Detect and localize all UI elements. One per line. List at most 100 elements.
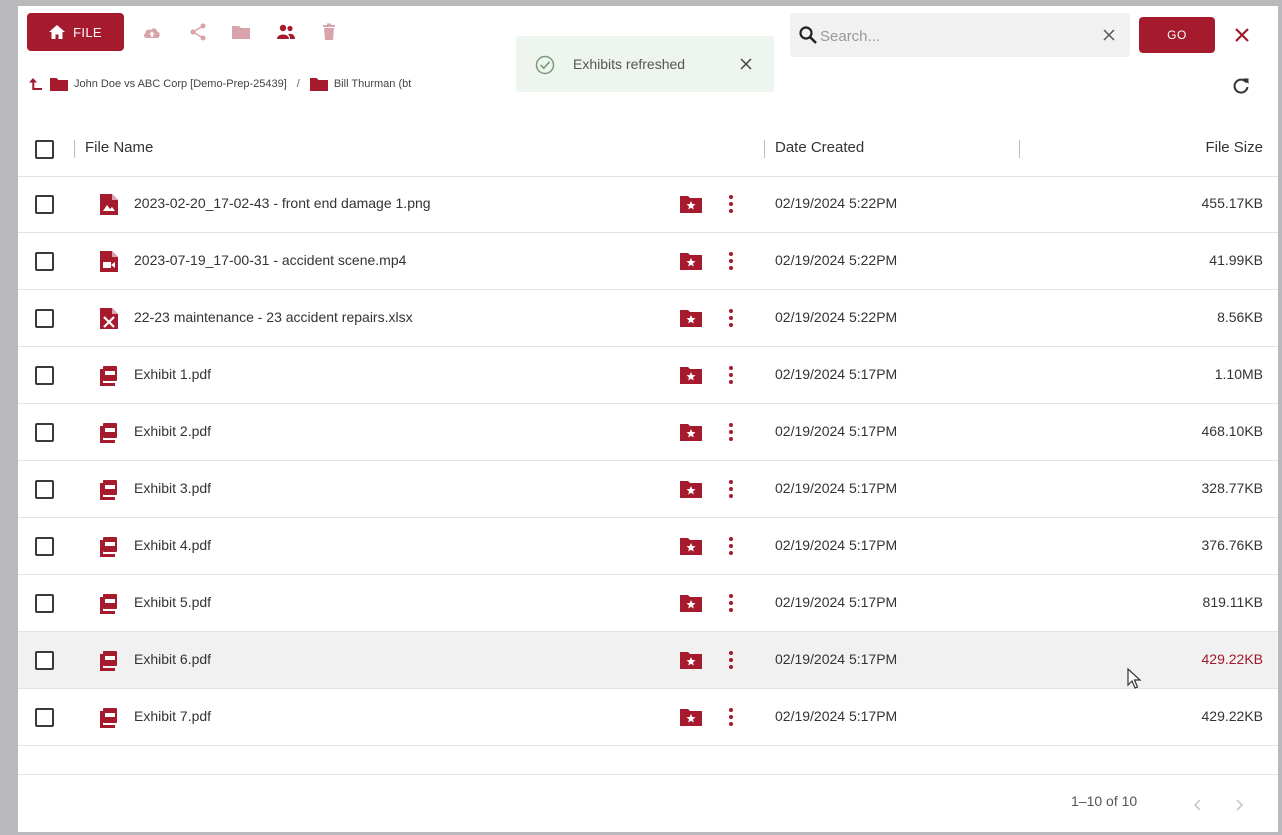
mouse-pointer-icon — [1127, 667, 1142, 689]
kebab-menu-icon[interactable] — [724, 648, 738, 672]
file-name[interactable]: 2023-02-20_17-02-43 - front end damage 1… — [134, 195, 431, 211]
row-checkbox[interactable] — [35, 366, 54, 385]
cloud-upload-icon[interactable] — [142, 22, 162, 42]
file-size: 41.99KB — [1209, 252, 1263, 268]
breadcrumb-item-folder[interactable]: Bill Thurman (bt — [334, 78, 411, 90]
favorite-folder-icon[interactable] — [680, 537, 702, 555]
image-file-icon — [100, 194, 118, 215]
toast-notification: Exhibits refreshed — [516, 36, 774, 92]
favorite-folder-icon[interactable] — [680, 594, 702, 612]
row-checkbox[interactable] — [35, 195, 54, 214]
file-name[interactable]: Exhibit 6.pdf — [134, 651, 211, 667]
file-name[interactable]: Exhibit 3.pdf — [134, 480, 211, 496]
close-icon[interactable] — [738, 56, 754, 72]
file-name[interactable]: Exhibit 7.pdf — [134, 708, 211, 724]
kebab-menu-icon[interactable] — [724, 306, 738, 330]
table-header: File Name Date Created File Size — [18, 122, 1278, 177]
pdf-file-icon — [100, 708, 117, 728]
table-row[interactable]: 2023-02-20_17-02-43 - front end damage 1… — [18, 176, 1278, 233]
row-checkbox[interactable] — [35, 252, 54, 271]
file-name[interactable]: 2023-07-19_17-00-31 - accident scene.mp4 — [134, 252, 406, 268]
column-header-date-created[interactable]: Date Created — [775, 139, 864, 156]
favorite-folder-icon[interactable] — [680, 195, 702, 213]
kebab-menu-icon[interactable] — [724, 534, 738, 558]
column-header-file-name[interactable]: File Name — [85, 139, 153, 156]
date-created: 02/19/2024 5:17PM — [775, 423, 898, 439]
file-size: 819.11KB — [1202, 594, 1263, 610]
pdf-file-icon — [100, 423, 117, 443]
file-size: 8.56KB — [1217, 309, 1263, 325]
kebab-menu-icon[interactable] — [724, 192, 738, 216]
row-checkbox[interactable] — [35, 651, 54, 670]
kebab-menu-icon[interactable] — [724, 363, 738, 387]
row-checkbox[interactable] — [35, 537, 54, 556]
share-icon[interactable] — [188, 22, 208, 42]
footer-divider — [18, 774, 1278, 775]
kebab-menu-icon[interactable] — [724, 591, 738, 615]
column-header-file-size[interactable]: File Size — [1205, 139, 1263, 156]
favorite-folder-icon[interactable] — [680, 252, 702, 270]
folder-icon — [50, 78, 68, 91]
kebab-menu-icon[interactable] — [724, 420, 738, 444]
up-arrow-icon[interactable] — [28, 76, 44, 92]
search-icon — [799, 26, 817, 44]
file-home-button[interactable]: FILE — [27, 13, 124, 51]
breadcrumb-item-case[interactable]: John Doe vs ABC Corp [Demo-Prep-25439] — [74, 78, 287, 90]
favorite-folder-icon[interactable] — [680, 366, 702, 384]
table-row[interactable]: 2023-07-19_17-00-31 - accident scene.mp4… — [18, 233, 1278, 290]
date-created: 02/19/2024 5:17PM — [775, 708, 898, 724]
favorite-folder-icon[interactable] — [680, 480, 702, 498]
table-row[interactable]: Exhibit 4.pdf 02/19/2024 5:17PM 376.76KB — [18, 518, 1278, 575]
date-created: 02/19/2024 5:22PM — [775, 252, 898, 268]
chevron-left-icon[interactable] — [1191, 797, 1205, 813]
folder-icon[interactable] — [231, 22, 251, 42]
date-created: 02/19/2024 5:17PM — [775, 480, 898, 496]
column-divider[interactable] — [1019, 140, 1020, 158]
row-checkbox[interactable] — [35, 309, 54, 328]
row-checkbox[interactable] — [35, 480, 54, 499]
date-created: 02/19/2024 5:17PM — [775, 594, 898, 610]
kebab-menu-icon[interactable] — [724, 705, 738, 729]
table-row[interactable]: 22-23 maintenance - 23 accident repairs.… — [18, 290, 1278, 347]
toast-message: Exhibits refreshed — [573, 56, 686, 72]
file-size: 455.17KB — [1201, 195, 1264, 211]
file-size: 429.22KB — [1201, 708, 1264, 724]
file-name[interactable]: 22-23 maintenance - 23 accident repairs.… — [134, 309, 413, 325]
chevron-right-icon[interactable] — [1232, 797, 1246, 813]
people-icon[interactable] — [276, 22, 296, 42]
kebab-menu-icon[interactable] — [724, 249, 738, 273]
favorite-folder-icon[interactable] — [680, 309, 702, 327]
table-row[interactable]: Exhibit 7.pdf 02/19/2024 5:17PM 429.22KB — [18, 689, 1278, 746]
favorite-folder-icon[interactable] — [680, 708, 702, 726]
row-checkbox[interactable] — [35, 423, 54, 442]
file-name[interactable]: Exhibit 2.pdf — [134, 423, 211, 439]
date-created: 02/19/2024 5:22PM — [775, 309, 898, 325]
file-name[interactable]: Exhibit 1.pdf — [134, 366, 211, 382]
clear-icon[interactable] — [1100, 26, 1118, 44]
file-name[interactable]: Exhibit 4.pdf — [134, 537, 211, 553]
breadcrumb: John Doe vs ABC Corp [Demo-Prep-25439] /… — [28, 74, 411, 94]
kebab-menu-icon[interactable] — [724, 477, 738, 501]
column-divider[interactable] — [764, 140, 765, 158]
favorite-folder-icon[interactable] — [680, 423, 702, 441]
select-all-checkbox[interactable] — [35, 140, 54, 159]
table-row[interactable]: Exhibit 5.pdf 02/19/2024 5:17PM 819.11KB — [18, 575, 1278, 632]
date-created: 02/19/2024 5:17PM — [775, 537, 898, 553]
table-row[interactable]: Exhibit 6.pdf 02/19/2024 5:17PM 429.22KB — [18, 632, 1278, 689]
file-name[interactable]: Exhibit 5.pdf — [134, 594, 211, 610]
table-row[interactable]: Exhibit 3.pdf 02/19/2024 5:17PM 328.77KB — [18, 461, 1278, 518]
check-circle-icon — [535, 55, 555, 75]
row-checkbox[interactable] — [35, 708, 54, 727]
row-checkbox[interactable] — [35, 594, 54, 613]
column-divider[interactable] — [74, 140, 75, 158]
refresh-icon[interactable] — [1231, 76, 1251, 96]
trash-icon[interactable] — [319, 22, 339, 42]
go-button[interactable]: GO — [1139, 17, 1215, 53]
table-row[interactable]: Exhibit 1.pdf 02/19/2024 5:17PM 1.10MB — [18, 347, 1278, 404]
search-input[interactable] — [818, 23, 1072, 49]
table-row[interactable]: Exhibit 2.pdf 02/19/2024 5:17PM 468.10KB — [18, 404, 1278, 461]
close-icon[interactable] — [1231, 24, 1253, 46]
date-created: 02/19/2024 5:22PM — [775, 195, 898, 211]
pdf-file-icon — [100, 651, 117, 671]
favorite-folder-icon[interactable] — [680, 651, 702, 669]
